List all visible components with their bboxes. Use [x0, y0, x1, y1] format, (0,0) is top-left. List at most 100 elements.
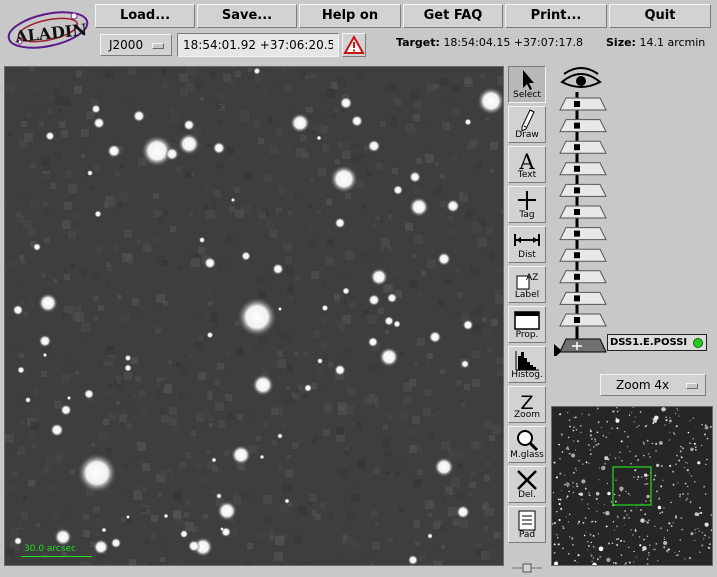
overview-image [552, 407, 712, 565]
layer-stack[interactable] [550, 62, 713, 356]
label-tool-button[interactable]: AZ Label [508, 266, 546, 303]
overview-star [615, 500, 617, 503]
noise-pixel [135, 485, 141, 491]
star [211, 457, 217, 463]
prop-tool-button[interactable]: Prop. [508, 306, 546, 343]
text-tool-button[interactable]: A Text [508, 146, 546, 183]
overview-star [706, 437, 709, 440]
zoom-tool-label: Zoom [514, 410, 540, 420]
print-button[interactable]: Print... [505, 4, 607, 28]
help-button[interactable]: Help on [299, 4, 401, 28]
noise-pixel [189, 212, 193, 216]
overview-star [557, 543, 559, 546]
overview-star [614, 529, 616, 531]
overview-star [613, 493, 616, 496]
overview-star [568, 452, 571, 455]
empty-plane[interactable] [559, 291, 607, 305]
noise-pixel [206, 361, 213, 368]
empty-plane[interactable] [559, 97, 607, 111]
overview-star [606, 420, 609, 423]
select-tool-button[interactable]: Select [508, 66, 546, 103]
noise-pixel [493, 343, 497, 347]
noise-pixel [285, 469, 293, 477]
noise-pixel [407, 429, 413, 435]
star [464, 118, 472, 126]
noise-pixel [53, 279, 57, 283]
noise-pixel [108, 361, 113, 366]
noise-pixel [171, 115, 180, 124]
overview-star [589, 449, 592, 451]
overview-panel[interactable] [551, 406, 713, 566]
noise-pixel [282, 484, 291, 493]
noise-pixel [108, 199, 117, 208]
overview-star [610, 501, 613, 503]
size-readout: Size: 14.1 arcmin [606, 36, 705, 49]
draw-tool-button[interactable]: Draw [508, 106, 546, 143]
overview-star [615, 418, 620, 423]
empty-plane[interactable] [559, 227, 607, 241]
star [392, 184, 404, 196]
noise-pixel [497, 369, 503, 377]
empty-plane[interactable] [559, 162, 607, 176]
noise-pixel [381, 438, 390, 447]
noise-pixel [198, 247, 205, 254]
active-plane[interactable] [554, 338, 607, 356]
load-button[interactable]: Load... [95, 4, 195, 28]
empty-plane[interactable] [559, 205, 607, 219]
empty-plane[interactable] [559, 140, 607, 154]
empty-plane[interactable] [559, 183, 607, 197]
noise-pixel [292, 442, 299, 449]
scale-bar [21, 556, 92, 557]
noise-pixel [223, 74, 231, 82]
empty-plane[interactable] [559, 270, 607, 284]
noise-pixel [353, 482, 360, 489]
histog-tool-button[interactable]: Histog. [508, 346, 546, 383]
noise-pixel [217, 120, 221, 124]
zoom-select[interactable]: Zoom 4x [600, 374, 706, 396]
save-button[interactable]: Save... [197, 4, 297, 28]
noise-pixel [413, 114, 420, 121]
overview-star [703, 538, 705, 540]
noise-pixel [313, 331, 320, 338]
overview-star [701, 531, 704, 534]
star [277, 433, 283, 439]
noise-pixel [116, 375, 121, 380]
noise-pixel [127, 403, 134, 410]
del-tool-label: Del. [518, 490, 536, 500]
noise-pixel [255, 76, 261, 82]
dist-tool-button[interactable]: Dist [508, 226, 546, 263]
empty-plane[interactable] [559, 248, 607, 262]
frame-select[interactable]: J2000 [100, 34, 172, 56]
del-tool-button[interactable]: Del. [508, 466, 546, 503]
noise-pixel [117, 295, 121, 299]
zoom-tool-button[interactable]: Z Zoom [508, 386, 546, 423]
noise-pixel [119, 414, 127, 422]
overview-star [553, 543, 556, 546]
overview-star [645, 477, 648, 480]
tag-tool-button[interactable]: Tag [508, 186, 546, 223]
quit-button[interactable]: Quit [609, 4, 711, 28]
overview-star [634, 469, 637, 472]
overview-star [559, 472, 562, 475]
sky-image-view[interactable]: 30.0 arcsec [4, 66, 504, 566]
overview-star [611, 427, 613, 430]
overview-star [572, 543, 574, 546]
empty-plane[interactable] [559, 313, 607, 327]
noise-pixel [134, 416, 138, 420]
empty-plane[interactable] [559, 119, 607, 133]
mglass-tool-button[interactable]: M.glass [508, 426, 546, 463]
position-input[interactable] [177, 33, 339, 57]
overview-star [690, 447, 694, 452]
warning-button[interactable] [342, 33, 366, 57]
plane-label[interactable]: DSS1.E.POSSI [607, 334, 707, 351]
overview-star [568, 419, 571, 421]
toolbar-scroll-handle[interactable] [508, 558, 546, 573]
overview-star [569, 425, 571, 428]
noise-pixel [483, 328, 492, 337]
noise-pixel [21, 260, 25, 264]
pad-tool-button[interactable]: Pad [508, 506, 546, 543]
noise-pixel [215, 402, 224, 411]
faq-button[interactable]: Get FAQ [403, 4, 503, 28]
star [437, 252, 451, 266]
overview-star [704, 493, 707, 495]
